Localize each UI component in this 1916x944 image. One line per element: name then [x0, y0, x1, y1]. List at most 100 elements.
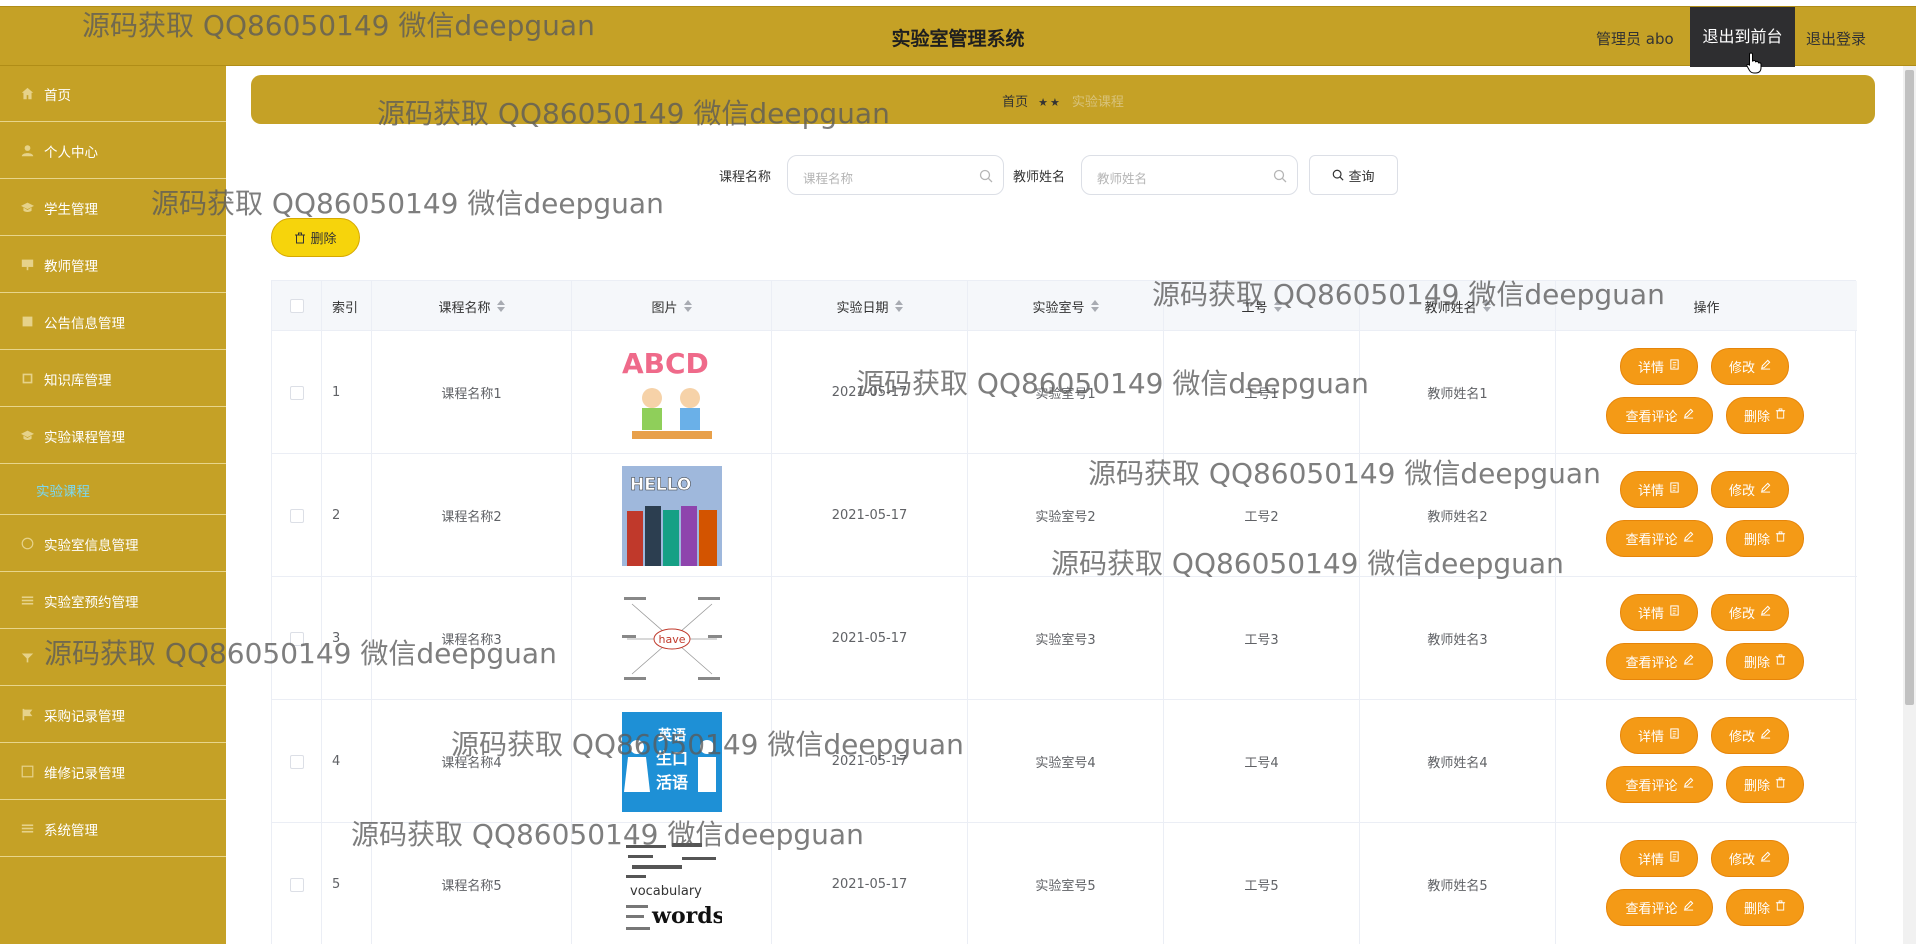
mouse-cursor-icon	[1746, 52, 1762, 74]
detail-button[interactable]: 详情	[1620, 717, 1698, 754]
row-job-no: 工号2	[1164, 454, 1360, 577]
header-teacher[interactable]: 教师姓名	[1360, 281, 1556, 331]
header-date[interactable]: 实验日期	[772, 281, 968, 331]
sidebar-item-purchase[interactable]: 采购记录管理	[0, 687, 226, 743]
sidebar-item-repair[interactable]: 维修记录管理	[0, 744, 226, 800]
detail-button[interactable]: 详情	[1620, 840, 1698, 877]
sort-icon[interactable]	[1090, 300, 1099, 312]
teacher-name-input[interactable]: 教师姓名	[1081, 155, 1298, 195]
home-icon	[20, 87, 34, 101]
sidebar-subitem-courses[interactable]: 实验课程	[0, 465, 226, 515]
row-delete-button[interactable]: 删除	[1726, 643, 1804, 680]
view-comments-button[interactable]: 查看评论	[1606, 889, 1713, 926]
header-teacher-label: 教师姓名	[1424, 300, 1477, 316]
course-image[interactable]: HELLO	[621, 465, 722, 566]
document-icon	[1669, 605, 1680, 620]
pencil-icon	[1760, 482, 1771, 497]
sort-icon[interactable]	[1273, 300, 1282, 312]
view-comments-button[interactable]: 查看评论	[1606, 766, 1713, 803]
view-comments-button[interactable]: 查看评论	[1606, 397, 1713, 434]
document-icon	[1669, 851, 1680, 866]
breadcrumb-separator: ★★	[1038, 96, 1062, 109]
edit-button[interactable]: 修改	[1711, 840, 1789, 877]
detail-button[interactable]: 详情	[1620, 348, 1698, 385]
row-checkbox[interactable]	[289, 508, 304, 523]
sort-icon[interactable]	[894, 300, 903, 312]
sidebar-item-knowledge[interactable]: 知识库管理	[0, 351, 226, 407]
row-index: 1	[322, 331, 372, 454]
row-date: 2021-05-17	[772, 331, 968, 454]
header-room[interactable]: 实验室号	[968, 281, 1164, 331]
sort-icon[interactable]	[1482, 300, 1491, 312]
sidebar-item-home[interactable]: 首页	[0, 66, 226, 122]
sidebar-item-label: 学生管理	[44, 201, 98, 218]
row-checkbox[interactable]	[289, 877, 304, 892]
edit-label: 修改	[1728, 361, 1755, 376]
view-comments-button[interactable]: 查看评论	[1606, 643, 1713, 680]
row-teacher: 教师姓名3	[1360, 577, 1556, 700]
abcd-letters: ABCD	[622, 347, 709, 380]
have-word: have	[658, 633, 685, 646]
exit-to-front-button[interactable]: 退出到前台	[1690, 7, 1795, 67]
logout-button[interactable]: 退出登录	[1806, 28, 1866, 49]
sidebar-item-students[interactable]: 学生管理	[0, 180, 226, 236]
detail-label: 详情	[1637, 853, 1664, 868]
batch-delete-button[interactable]: 删除	[271, 218, 360, 257]
edit-button[interactable]: 修改	[1711, 471, 1789, 508]
header-course[interactable]: 课程名称	[372, 281, 572, 331]
header-image[interactable]: 图片	[572, 281, 772, 331]
sidebar-item-profile[interactable]: 个人中心	[0, 123, 226, 179]
scrollbar-thumb[interactable]	[1905, 70, 1914, 705]
breadcrumb: 首页 ★★ 实验课程	[251, 91, 1875, 110]
edit-button[interactable]: 修改	[1711, 717, 1789, 754]
search-icon	[1273, 169, 1287, 183]
course-image[interactable]: have	[621, 588, 722, 689]
header-course-label: 课程名称	[438, 300, 491, 316]
row-delete-button[interactable]: 删除	[1726, 766, 1804, 803]
row-checkbox[interactable]	[289, 631, 304, 646]
breadcrumb-home[interactable]: 首页	[1002, 95, 1028, 110]
query-button[interactable]: 查询	[1309, 155, 1398, 195]
header-actions: 操作	[1556, 281, 1857, 331]
user-icon	[20, 144, 34, 158]
course-name-placeholder: 课程名称	[803, 171, 854, 186]
course-image[interactable]: ABCD	[621, 342, 722, 443]
course-image[interactable]: vocabulary words	[621, 834, 722, 935]
row-delete-button[interactable]: 删除	[1726, 889, 1804, 926]
equipment-icon	[20, 651, 34, 665]
search-icon	[1333, 169, 1345, 181]
sidebar-item-teachers[interactable]: 教师管理	[0, 237, 226, 293]
row-delete-button[interactable]: 删除	[1726, 520, 1804, 557]
view-comments-label: 查看评论	[1625, 779, 1678, 794]
edit-label: 修改	[1728, 607, 1755, 622]
sort-icon[interactable]	[683, 300, 692, 312]
edit-button[interactable]: 修改	[1711, 348, 1789, 385]
course-image[interactable]: 英语 生口 活语	[621, 711, 722, 812]
sidebar-item-lab-booking[interactable]: 实验室预约管理	[0, 573, 226, 629]
pencil-icon	[1760, 851, 1771, 866]
sidebar-item-equipment[interactable]	[0, 630, 226, 686]
trash-icon	[1775, 531, 1786, 546]
course-name-input[interactable]: 课程名称	[787, 155, 1004, 195]
sidebar-item-label: 维修记录管理	[44, 765, 125, 782]
hello-letters: HELLO	[630, 475, 691, 495]
detail-label: 详情	[1637, 484, 1664, 499]
detail-button[interactable]: 详情	[1620, 471, 1698, 508]
header-job-no-label: 工号	[1241, 300, 1268, 316]
row-delete-button[interactable]: 删除	[1726, 397, 1804, 434]
sidebar-item-course-mgmt[interactable]: 实验课程管理	[0, 408, 226, 464]
course-table: 索引 课程名称 图片 实验日期 实验室号 工号 教师姓名 操作 1 课程名称1 …	[271, 280, 1857, 944]
edit-button[interactable]: 修改	[1711, 594, 1789, 631]
row-checkbox[interactable]	[289, 385, 304, 400]
header-job-no[interactable]: 工号	[1164, 281, 1360, 331]
sort-icon[interactable]	[496, 300, 505, 312]
select-all-checkbox[interactable]	[289, 299, 304, 313]
sidebar-item-system[interactable]: 系统管理	[0, 801, 226, 857]
row-date: 2021-05-17	[772, 823, 968, 944]
sidebar-item-notices[interactable]: 公告信息管理	[0, 294, 226, 350]
detail-button[interactable]: 详情	[1620, 594, 1698, 631]
view-comments-button[interactable]: 查看评论	[1606, 520, 1713, 557]
sidebar-item-lab-info[interactable]: 实验室信息管理	[0, 516, 226, 572]
row-checkbox[interactable]	[289, 754, 304, 769]
vocab-word: vocabulary	[630, 884, 702, 899]
